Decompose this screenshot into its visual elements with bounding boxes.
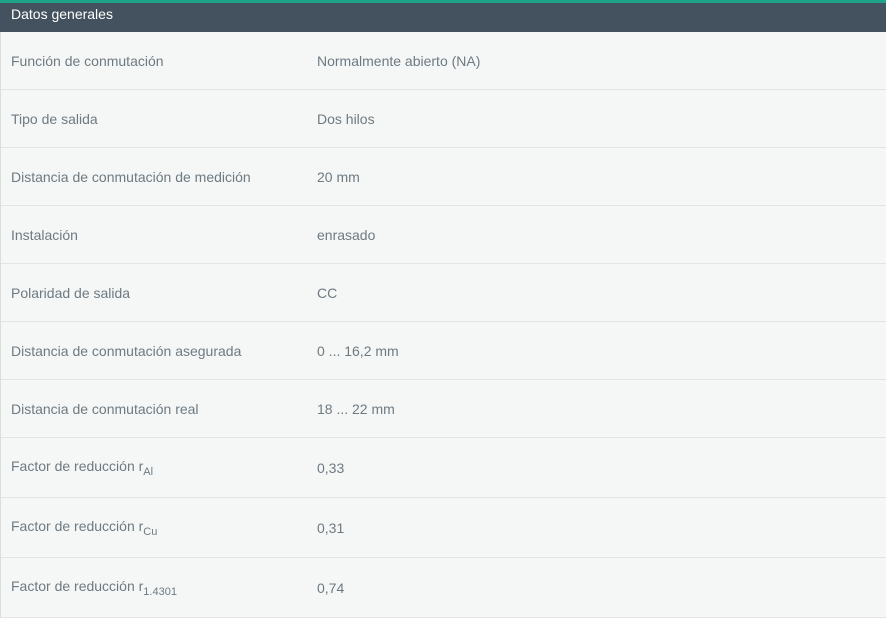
- table-row: Polaridad de salida CC: [1, 264, 886, 322]
- row-value: 18 ... 22 mm: [317, 400, 395, 417]
- row-label: Distancia de conmutación de medición: [11, 168, 251, 185]
- row-value: 0 ... 16,2 mm: [317, 342, 399, 359]
- table-row: Factor de reducción rAl 0,33: [1, 438, 886, 498]
- row-label: Distancia de conmutación real: [11, 400, 199, 417]
- table-row: Factor de reducción r1.4301 0,74: [1, 558, 886, 618]
- row-label: Instalación: [11, 226, 78, 243]
- row-label: Factor de reducción r1.4301: [1, 578, 317, 598]
- row-label-text: Factor de reducción r: [11, 517, 144, 534]
- table-row: Distancia de conmutación de medición 20 …: [1, 148, 886, 206]
- row-label-subscript: Cu: [143, 525, 158, 538]
- row-label: Polaridad de salida: [11, 284, 131, 301]
- table-row: Tipo de salida Dos hilos: [1, 90, 886, 148]
- row-value: Normalmente abierto (NA): [317, 52, 481, 69]
- spec-table: Función de conmutación Normalmente abier…: [0, 32, 886, 618]
- row-value: enrasado: [317, 226, 376, 243]
- row-label: Factor de reducción rCu: [1, 518, 317, 538]
- row-label: Factor de reducción rAl: [1, 458, 317, 478]
- row-value: 0,31: [317, 519, 345, 536]
- row-label-subscript: Al: [143, 465, 154, 478]
- row-label-text: Factor de reducción r: [11, 577, 144, 594]
- row-value: 20 mm: [317, 168, 360, 185]
- row-value: 0,33: [317, 459, 345, 476]
- section-title: Datos generales: [11, 6, 113, 22]
- row-label-text: Factor de reducción r: [11, 457, 144, 474]
- table-row: Función de conmutación Normalmente abier…: [1, 32, 886, 90]
- row-value: Dos hilos: [317, 110, 375, 127]
- row-label: Función de conmutación: [11, 52, 164, 69]
- table-row: Distancia de conmutación asegurada 0 ...…: [1, 322, 886, 380]
- table-row: Factor de reducción rCu 0,31: [1, 498, 886, 558]
- row-label: Distancia de conmutación asegurada: [11, 342, 242, 359]
- row-label: Tipo de salida: [11, 110, 98, 127]
- row-value: CC: [317, 284, 338, 301]
- row-value: 0,74: [317, 579, 345, 596]
- row-label-subscript: 1.4301: [143, 585, 177, 598]
- table-row: Distancia de conmutación real 18 ... 22 …: [1, 380, 886, 438]
- section-header[interactable]: Datos generales: [0, 3, 886, 32]
- table-row: Instalación enrasado: [1, 206, 886, 264]
